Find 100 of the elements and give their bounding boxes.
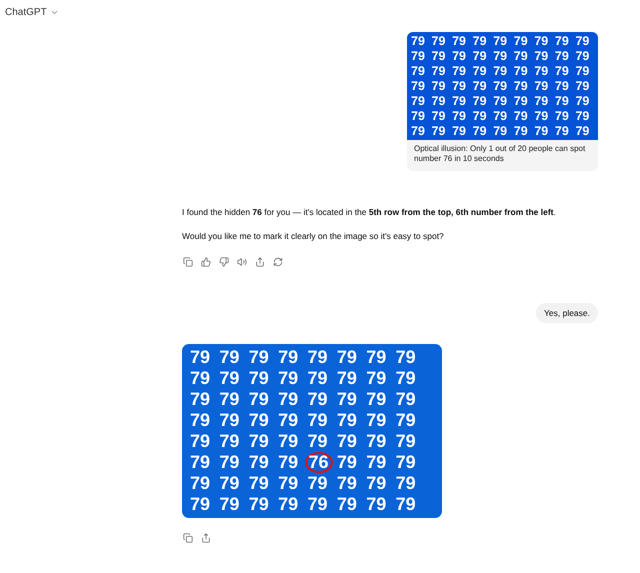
app-title[interactable]: ChatGPT [5,6,47,18]
grid-number: 79 [365,389,388,410]
grid-number: 79 [452,94,468,109]
grid-number: 79 [248,389,270,410]
grid-number: 79 [411,79,426,94]
grid-number: 79 [248,368,270,389]
grid-number: 79 [189,368,212,389]
grid-number: 79 [189,494,212,515]
grid-number: 79 [493,94,508,109]
grid-number: 79 [365,431,388,452]
grid-number: 79 [306,347,329,368]
grid-number: 79 [306,410,329,431]
speaker-icon[interactable] [236,256,248,268]
grid-number: 79 [336,431,358,452]
grid-number: 79 [277,347,300,368]
grid-number: 79 [472,109,488,124]
grid-number: 79 [336,389,358,410]
grid-number: 79 [493,49,508,64]
grid-number: 79 [248,452,270,473]
grid-number: 79 [411,94,426,109]
grid-number: 79 [336,473,358,494]
grid-number: 79 [411,34,426,49]
grid-number: 79 [432,34,446,49]
grid-number: 79 [514,64,529,79]
grid-number: 79 [534,64,550,79]
grid-number: 79 [575,124,590,139]
grid-number: 79 [554,34,570,49]
grid-number: 79 [452,34,468,49]
grid-number: 79 [365,368,388,389]
grid-number: 79 [218,431,240,452]
grid-number: 79 [472,34,488,49]
grid-number: 79 [277,494,300,515]
thumbs-up-icon[interactable] [200,256,212,268]
grid-number: 79 [365,494,388,515]
grid-number: 79 [472,64,488,79]
grid-number: 79 [452,64,468,79]
grid-number: 79 [514,79,529,94]
grid-number: 79 [248,431,270,452]
grid-number: 79 [452,79,468,94]
copy-icon[interactable] [182,532,194,544]
grid-number: 79 [411,64,426,79]
grid-number: 79 [336,494,358,515]
grid-number: 79 [432,64,446,79]
grid-number: 79 [218,347,240,368]
grid-number: 79 [432,109,446,124]
grid-number: 79 [306,431,329,452]
grid-number: 79 [189,431,212,452]
refresh-icon[interactable] [272,256,284,268]
grid-number: 79 [472,124,488,139]
grid-number: 79 [277,389,300,410]
grid-number: 79 [189,473,212,494]
grid-number: 79 [575,34,590,49]
grid-number: 79 [277,410,300,431]
reply-paragraph: Would you like me to mark it clearly on the image so it's easy to spot? [182,230,445,242]
grid-number: 79 [472,49,488,64]
grid-number: 79 [277,452,300,473]
grid-number: 79 [248,410,270,431]
grid-number: 79 [218,452,240,473]
grid-number: 79 [248,473,270,494]
grid-number: 79 [575,79,590,94]
grid-number: 79 [365,452,388,473]
grid-number: 79 [218,410,240,431]
grid-number: 79 [534,94,550,109]
image-caption: Optical illusion: Only 1 out of 20 people can spot number 76 in 10 seconds [413,143,586,165]
grid-number: 79 [218,389,240,410]
grid-number: 79 [514,49,529,64]
grid-number: 79 [189,389,212,410]
share-icon[interactable] [200,532,212,544]
grid-number: 79 [394,473,417,494]
grid-number: 79 [432,49,446,64]
grid-number: 79 [394,368,417,389]
grid-number: 79 [218,473,240,494]
grid-number: 79 [575,109,590,124]
grid-number: 79 [575,64,590,79]
grid-number: 79 [394,347,417,368]
grid-number: 79 [306,368,329,389]
user-message: Yes, please. [536,303,598,323]
grid-number: 79 [248,347,270,368]
grid-number: 79 [432,79,446,94]
grid-number: 79 [554,79,570,94]
grid-number: 79 [472,79,488,94]
circled-number: 76 [304,452,332,473]
grid-number: 79 [534,124,550,139]
grid-number: 79 [575,49,590,64]
grid-number: 79 [189,347,212,368]
thumbs-down-icon[interactable] [218,256,230,268]
grid-number: 79 [493,34,508,49]
share-icon[interactable] [254,256,266,268]
grid-number: 79 [554,64,570,79]
grid-number: 79 [534,79,550,94]
grid-number: 79 [514,124,529,139]
grid-number: 79 [472,94,488,109]
copy-icon[interactable] [182,256,194,268]
grid-number: 79 [336,410,358,431]
grid-number: 79 [277,473,300,494]
grid-number: 79 [218,494,240,515]
grid-number: 79 [394,410,417,431]
grid-number: 79 [514,34,529,49]
grid-number: 79 [411,49,426,64]
grid-number: 79 [365,473,388,494]
